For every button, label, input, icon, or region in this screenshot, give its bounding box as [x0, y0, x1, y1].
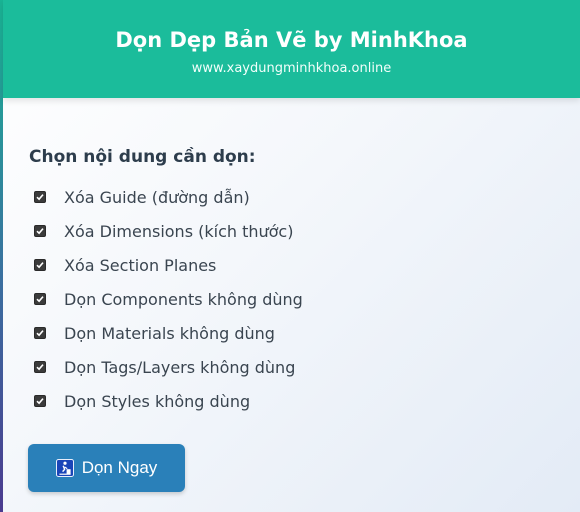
option-label: Dọn Materials không dùng — [64, 324, 275, 343]
option-label: Xóa Guide (đường dẫn) — [64, 188, 250, 207]
checkmark-icon — [36, 330, 44, 337]
option-remove-dimensions[interactable]: Xóa Dimensions (kích thước) — [32, 215, 552, 249]
checkmark-icon — [36, 398, 44, 405]
app-title: Dọn Dẹp Bản Vẽ by MinhKhoa — [115, 28, 468, 52]
checkbox-remove-section-planes[interactable] — [34, 259, 46, 271]
options-heading: Chọn nội dung cần dọn: — [29, 147, 256, 167]
header-banner: Dọn Dẹp Bản Vẽ by MinhKhoa www.xaydungmi… — [3, 0, 580, 98]
checkbox-purge-tags-layers[interactable] — [34, 361, 46, 373]
trash-bin-icon — [55, 459, 74, 477]
clean-now-label: Dọn Ngay — [81, 458, 158, 477]
option-purge-materials[interactable]: Dọn Materials không dùng — [32, 317, 552, 351]
checkbox-remove-guides[interactable] — [34, 191, 46, 203]
checkmark-icon — [36, 364, 44, 371]
option-remove-section-planes[interactable]: Xóa Section Planes — [32, 249, 552, 283]
checkmark-icon — [36, 296, 44, 303]
cleanup-options-list: Xóa Guide (đường dẫn) Xóa Dimensions (kí… — [32, 181, 552, 419]
checkbox-purge-styles[interactable] — [34, 395, 46, 407]
option-remove-guides[interactable]: Xóa Guide (đường dẫn) — [32, 181, 552, 215]
checkbox-purge-components[interactable] — [34, 293, 46, 305]
checkbox-purge-materials[interactable] — [34, 327, 46, 339]
checkmark-icon — [36, 228, 44, 235]
checkbox-remove-dimensions[interactable] — [34, 225, 46, 237]
option-label: Dọn Styles không dùng — [64, 392, 251, 411]
checkmark-icon — [36, 194, 44, 201]
option-purge-components[interactable]: Dọn Components không dùng — [32, 283, 552, 317]
option-label: Xóa Dimensions (kích thước) — [64, 222, 294, 241]
option-purge-tags-layers[interactable]: Dọn Tags/Layers không dùng — [32, 351, 552, 385]
checkmark-icon — [36, 262, 44, 269]
option-purge-styles[interactable]: Dọn Styles không dùng — [32, 385, 552, 419]
option-label: Dọn Tags/Layers không dùng — [64, 358, 296, 377]
website-url: www.xaydungminhkhoa.online — [191, 61, 392, 76]
option-label: Xóa Section Planes — [64, 256, 217, 275]
option-label: Dọn Components không dùng — [64, 290, 303, 309]
clean-now-button[interactable]: Dọn Ngay — [28, 444, 185, 492]
